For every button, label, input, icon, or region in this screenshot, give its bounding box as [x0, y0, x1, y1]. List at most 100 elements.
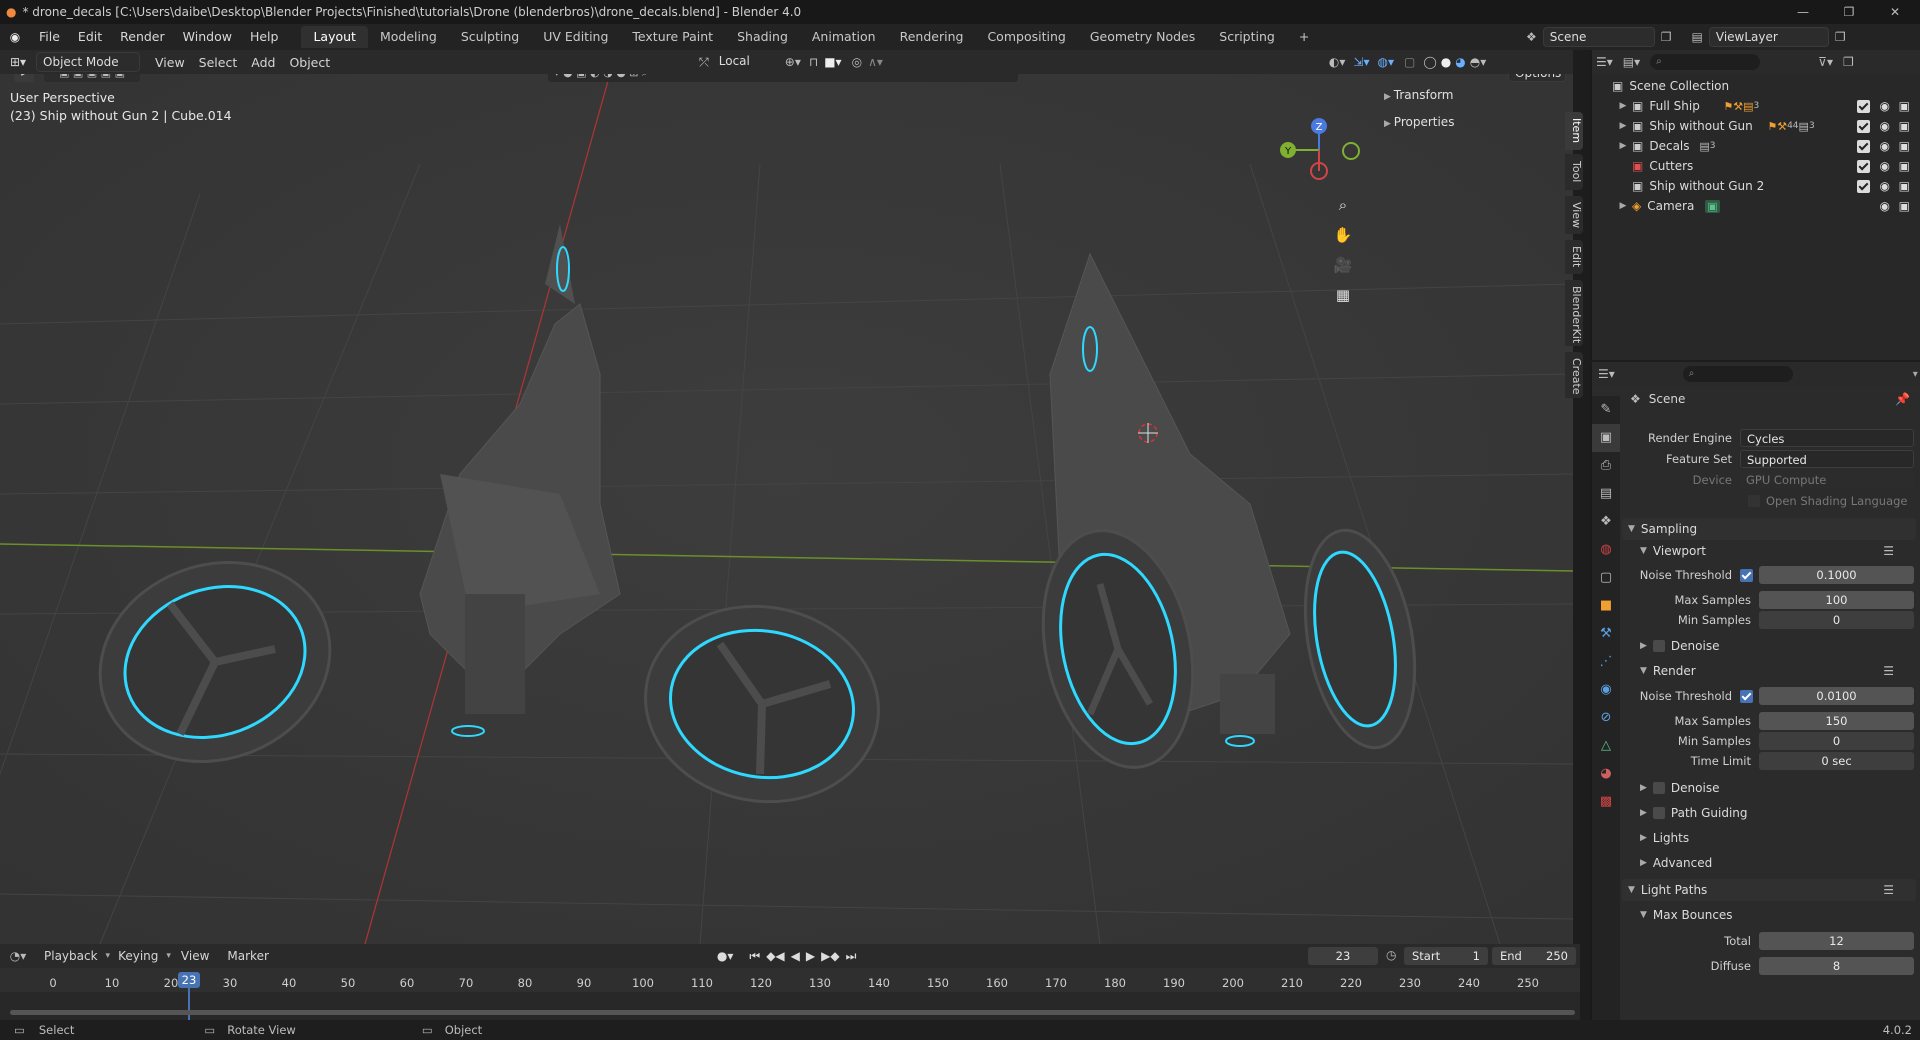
clock-icon[interactable]: ◷ [1386, 948, 1396, 962]
modifier-tab-icon[interactable]: ⚒ [1592, 620, 1620, 648]
exclude-checkbox[interactable] [1857, 99, 1870, 113]
rendered-shading-icon[interactable]: ◓▾ [1470, 55, 1487, 69]
time-limit-field[interactable]: 0 sec [1759, 752, 1914, 770]
presets-list-icon[interactable]: ☰ [1883, 544, 1894, 558]
constraints-tab-icon[interactable]: ⊘ [1592, 704, 1620, 732]
menu-object[interactable]: Object [282, 55, 337, 70]
menu-file[interactable]: File [30, 24, 69, 50]
diffuse-bounces-field[interactable]: 8 [1759, 957, 1914, 975]
expand-icon[interactable]: ▶ [1614, 101, 1632, 111]
expand-icon[interactable]: ▶ [1614, 141, 1632, 151]
tool-tab-icon[interactable]: ✎ [1592, 396, 1620, 424]
viewlayer-icon[interactable]: ▤ [1692, 30, 1703, 44]
render-noise-checkbox[interactable] [1740, 689, 1753, 703]
advanced-subsection[interactable]: ▶ Advanced [1634, 852, 1916, 874]
3d-viewport[interactable]: Z Y User Perspective (23) Ship without G… [0, 74, 1573, 944]
tab-blenderkit[interactable]: BlenderKit [1565, 280, 1583, 346]
overlay-toggle-icon[interactable]: ◍▾ [1377, 55, 1394, 69]
transform-panel[interactable]: ▶ Transform [1384, 88, 1554, 102]
wireframe-shading-icon[interactable]: ◯ [1423, 55, 1436, 69]
properties-panel[interactable]: ▶ Properties [1384, 115, 1554, 129]
outliner-item-ship-without-gun[interactable]: ▶ ▣ Ship without Gun ⚑⚒ 44 ▤ 3 ◉ ▣ [1592, 116, 1920, 136]
menu-playback[interactable]: Playback [36, 949, 106, 963]
exclude-checkbox[interactable] [1857, 179, 1870, 193]
close-button[interactable]: ✕ [1872, 0, 1918, 24]
proportional-edit-icon[interactable]: ◎ [852, 55, 862, 69]
camera-view-icon[interactable]: 🎥 [1330, 252, 1356, 278]
scene-icon[interactable]: ❖ [1526, 30, 1537, 44]
data-tab-icon[interactable]: △ [1592, 732, 1620, 760]
solid-shading-icon[interactable]: ● [1441, 55, 1451, 69]
denoise-checkbox[interactable] [1652, 782, 1665, 794]
timeline-area[interactable]: 0 10 20 30 40 50 60 70 80 90 100 110 120 130 140 150 160… [0, 968, 1580, 1020]
transform-orientation-selector[interactable]: Local [713, 52, 779, 72]
exclude-checkbox[interactable] [1857, 119, 1870, 133]
properties-search-input[interactable]: ⌕ [1682, 366, 1793, 382]
pivot-icon[interactable]: ⊕▾ [785, 55, 801, 69]
outliner-item-full-ship[interactable]: ▶ ▣ Full Ship ⚑⚒▤ 3 ◉ ▣ [1592, 96, 1920, 116]
exclude-checkbox[interactable] [1857, 139, 1870, 153]
visibility-icon[interactable]: ◐▾ [1329, 55, 1346, 69]
camera-render-icon[interactable]: ▣ [1899, 119, 1910, 133]
object-tab-icon[interactable]: ■ [1592, 592, 1620, 620]
viewlayer-selector[interactable]: ViewLayer [1708, 27, 1829, 47]
particles-tab-icon[interactable]: ⋰ [1592, 648, 1620, 676]
snap-icon[interactable]: ⊓ [809, 55, 818, 69]
minimize-button[interactable]: — [1780, 0, 1826, 24]
max-bounces-subsection[interactable]: ▼ Max Bounces [1634, 904, 1916, 926]
filter-icon[interactable]: ⊽▾ [1818, 55, 1833, 69]
outliner-item-cutters[interactable]: ▣ Cutters ◉ ▣ [1592, 156, 1920, 176]
new-collection-icon[interactable]: ❐ [1843, 55, 1854, 69]
outliner-scene-collection[interactable]: ▣ Scene Collection [1592, 76, 1920, 96]
xray-icon[interactable]: ▢ [1404, 55, 1415, 69]
sampling-section[interactable]: ▼ Sampling [1622, 518, 1916, 540]
expand-icon[interactable]: ▶ [1614, 121, 1632, 131]
light-paths-section[interactable]: ▼ Light Paths ☰ [1622, 879, 1916, 901]
chevron-down-icon[interactable]: ▾ [1913, 369, 1918, 380]
maximize-button[interactable]: ❐ [1826, 0, 1872, 24]
editor-type-icon[interactable]: ⊞▾ [0, 55, 36, 69]
viewport-min-samples-field[interactable]: 0 [1759, 611, 1914, 629]
tab-sculpting[interactable]: Sculpting [449, 26, 531, 48]
menu-edit[interactable]: Edit [69, 24, 111, 50]
new-scene-icon[interactable]: ❐ [1661, 30, 1672, 44]
new-viewlayer-icon[interactable]: ❐ [1835, 30, 1846, 44]
render-denoise-subsection[interactable]: ▶ Denoise [1634, 777, 1916, 799]
scene-selector[interactable]: Scene [1542, 27, 1655, 47]
material-shading-icon[interactable]: ◕ [1455, 55, 1465, 69]
tab-shading[interactable]: Shading [725, 26, 800, 48]
world-tab-icon[interactable]: ◍ [1592, 536, 1620, 564]
material-tab-icon[interactable]: ◕ [1592, 760, 1620, 788]
menu-render[interactable]: Render [111, 24, 174, 50]
tab-compositing[interactable]: Compositing [975, 26, 1077, 48]
menu-help[interactable]: Help [241, 24, 288, 50]
tab-edit[interactable]: Edit [1565, 240, 1583, 274]
physics-tab-icon[interactable]: ◉ [1592, 676, 1620, 704]
texture-tab-icon[interactable]: ▩ [1592, 788, 1620, 816]
falloff-icon[interactable]: ∧▾ [868, 55, 883, 69]
tab-layout[interactable]: Layout [301, 26, 368, 48]
options-dropdown[interactable]: Options [1508, 74, 1566, 82]
feature-set-dropdown[interactable]: Supported [1740, 450, 1914, 468]
eye-icon[interactable]: ◉ [1880, 199, 1890, 213]
tab-modeling[interactable]: Modeling [368, 26, 449, 48]
menu-marker[interactable]: Marker [219, 949, 276, 963]
output-tab-icon[interactable]: ⎙ [1592, 452, 1620, 480]
camera-render-icon[interactable]: ▣ [1899, 199, 1910, 213]
selection-mode-group[interactable]: ▣ ▣ ▣ ▣ ▣ [44, 74, 140, 82]
outliner-editor-icon[interactable]: ☰▾ [1596, 55, 1613, 69]
properties-editor-icon[interactable]: ☰▾ [1598, 367, 1615, 381]
pin-icon[interactable]: 📌 [1895, 392, 1910, 406]
denoise-checkbox[interactable] [1652, 640, 1665, 652]
add-workspace-icon[interactable]: + [1287, 26, 1321, 48]
play-reverse-icon[interactable]: ◀ [791, 949, 800, 963]
presets-list-icon[interactable]: ☰ [1883, 883, 1894, 897]
timeline-ruler[interactable]: 0 10 20 30 40 50 60 70 80 90 100 110 120 130 140 150 160… [0, 968, 1580, 992]
eye-icon[interactable]: ◉ [1880, 139, 1890, 153]
camera-render-icon[interactable]: ▣ [1899, 99, 1910, 113]
tab-tool[interactable]: Tool [1565, 154, 1583, 190]
render-tab-icon[interactable]: ▣ [1592, 424, 1620, 452]
playhead[interactable]: 23 [178, 972, 200, 988]
render-min-samples-field[interactable]: 0 [1759, 732, 1914, 750]
snap-target-icon[interactable]: ■▾ [824, 55, 841, 69]
